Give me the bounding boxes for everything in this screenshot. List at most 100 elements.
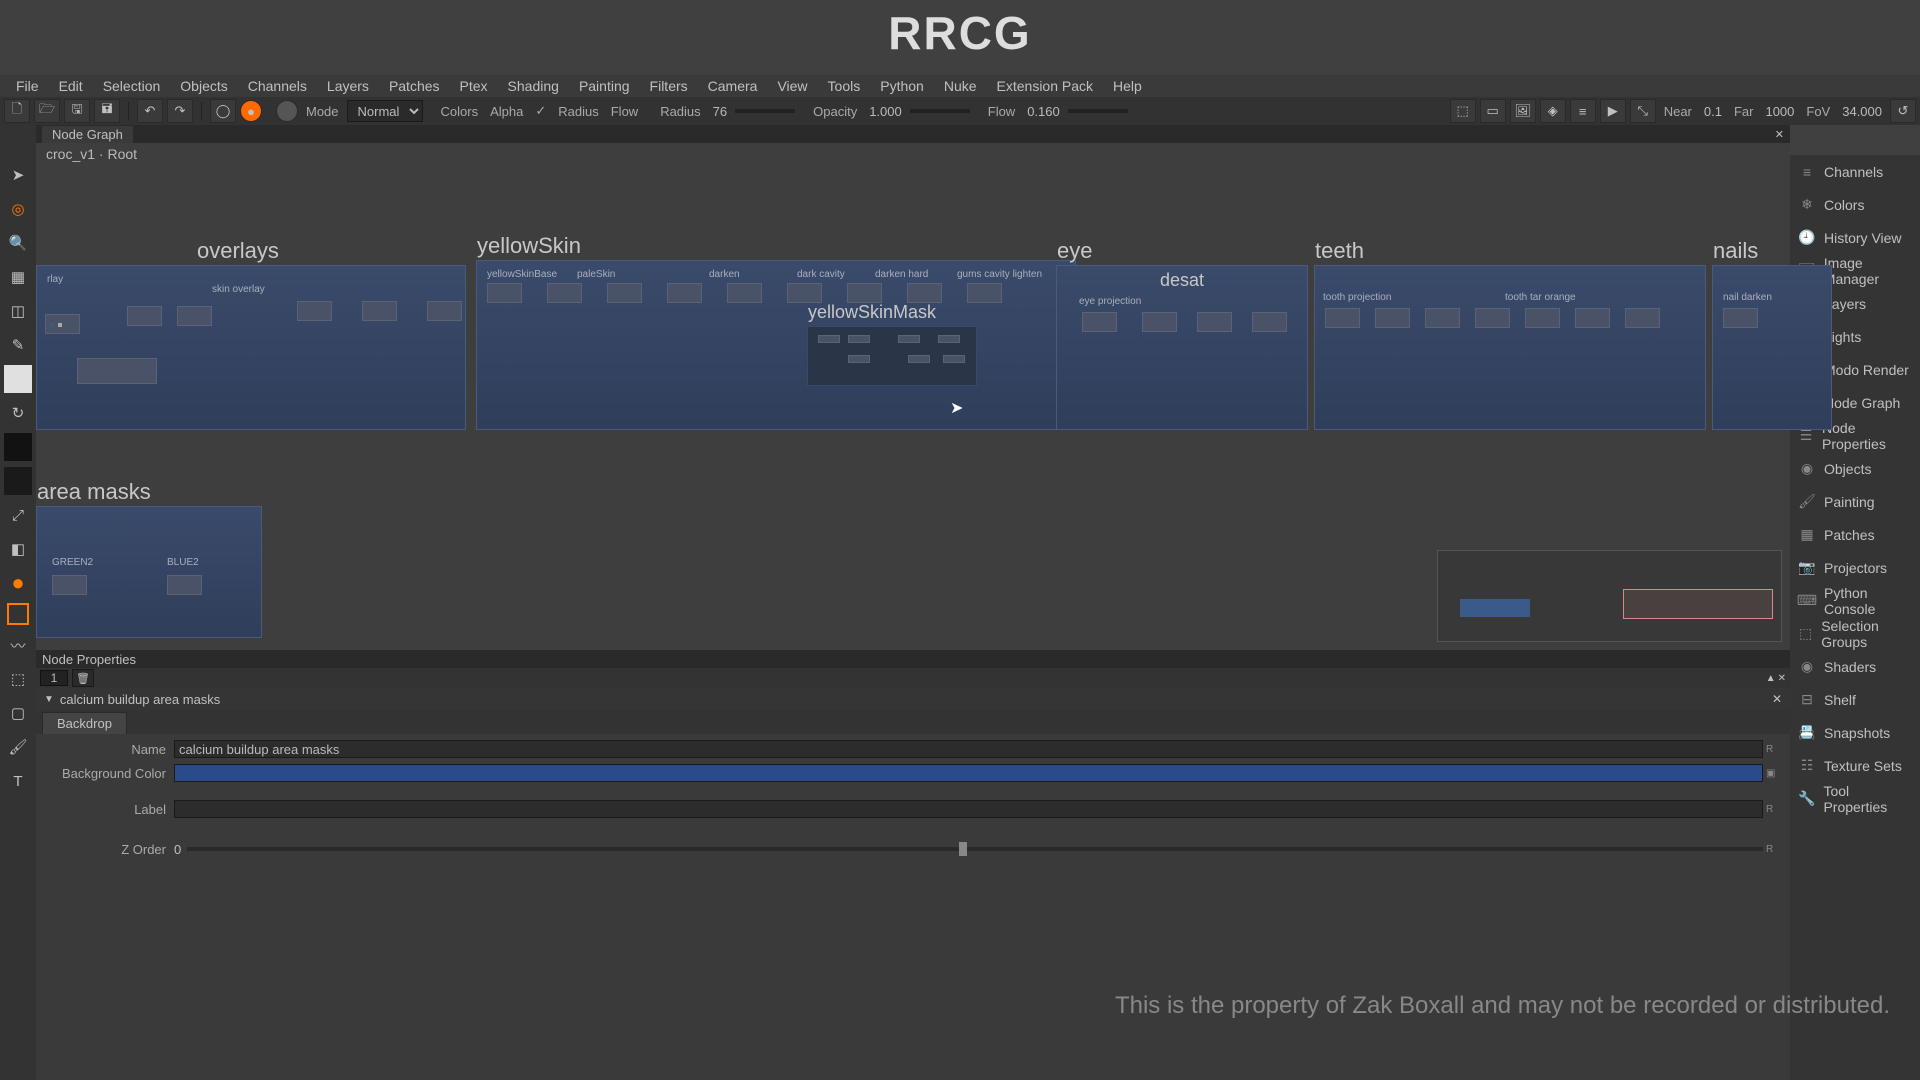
node[interactable]: [667, 283, 702, 303]
menu-ptex[interactable]: Ptex: [450, 76, 498, 96]
node[interactable]: [908, 355, 930, 363]
backdrop-yellowskin[interactable]: yellowSkin yellowSkinBase paleSkin darke…: [476, 260, 1076, 430]
node-graph-viewport[interactable]: Node Graph ✕ croc_v1 · Root overlays rla…: [36, 125, 1790, 650]
box-icon[interactable]: ▭: [1480, 99, 1506, 123]
node[interactable]: [907, 283, 942, 303]
props-close-all-icon[interactable]: ✕: [1778, 673, 1786, 684]
alpha-check[interactable]: ✓: [531, 103, 550, 119]
panel-colors[interactable]: ❄Colors: [1790, 188, 1920, 221]
zorder-value[interactable]: 0: [174, 842, 181, 857]
node[interactable]: [362, 301, 397, 321]
node[interactable]: [1325, 308, 1360, 328]
close-tab-icon[interactable]: ✕: [1775, 128, 1784, 141]
gradient-swatch[interactable]: [4, 467, 32, 495]
node[interactable]: [45, 314, 80, 334]
image-icon[interactable]: 🖼: [1510, 99, 1536, 123]
open-icon[interactable]: 🗁: [34, 99, 60, 123]
node[interactable]: [547, 283, 582, 303]
black-swatch[interactable]: [4, 433, 32, 461]
menu-painting[interactable]: Painting: [569, 76, 640, 96]
name-input[interactable]: [174, 740, 1763, 758]
backdrop-nails[interactable]: nails nail darken: [1712, 265, 1832, 430]
reset-button[interactable]: R: [1766, 804, 1782, 815]
opacity-slider[interactable]: [910, 109, 970, 113]
node[interactable]: [967, 283, 1002, 303]
panel-python-console[interactable]: ⌨Python Console: [1790, 584, 1920, 617]
menu-filters[interactable]: Filters: [640, 76, 698, 96]
reset-icon[interactable]: ↺: [1890, 99, 1916, 123]
near-value[interactable]: 0.1: [1700, 104, 1726, 119]
backdrop-area-masks[interactable]: area masks GREEN2 BLUE2: [36, 506, 262, 638]
menu-shading[interactable]: Shading: [498, 76, 569, 96]
redo-icon[interactable]: ↷: [167, 99, 193, 123]
node[interactable]: [1252, 312, 1287, 332]
flow-slider[interactable]: [1068, 109, 1128, 113]
node[interactable]: [1575, 308, 1610, 328]
section-close-icon[interactable]: ✕: [1772, 692, 1782, 706]
play-icon[interactable]: ▶: [1600, 99, 1626, 123]
menu-layers[interactable]: Layers: [317, 76, 379, 96]
cube-icon[interactable]: ⬚: [1450, 99, 1476, 123]
node[interactable]: [1197, 312, 1232, 332]
panel-objects[interactable]: ◉Objects: [1790, 452, 1920, 485]
reset-button[interactable]: R: [1766, 744, 1782, 755]
node[interactable]: [427, 301, 462, 321]
saveas-icon[interactable]: 🖬: [94, 99, 120, 123]
eyedrop-icon[interactable]: ⤢: [4, 501, 32, 529]
node[interactable]: [787, 283, 822, 303]
zoom-icon[interactable]: 🔍: [4, 229, 32, 257]
menu-camera[interactable]: Camera: [698, 76, 768, 96]
white-swatch[interactable]: [4, 365, 32, 393]
node[interactable]: [848, 335, 870, 343]
panel-channels[interactable]: ≡Channels: [1790, 155, 1920, 188]
arrows-icon[interactable]: ⤡: [1630, 99, 1656, 123]
node[interactable]: [1375, 308, 1410, 328]
pencil-icon[interactable]: ✎: [4, 331, 32, 359]
node[interactable]: [818, 335, 840, 343]
menu-selection[interactable]: Selection: [93, 76, 171, 96]
props-trash-icon[interactable]: 🗑: [72, 669, 94, 687]
panel-history[interactable]: 🕘History View: [1790, 221, 1920, 254]
menu-python[interactable]: Python: [870, 76, 934, 96]
node[interactable]: [297, 301, 332, 321]
backdrop-overlays[interactable]: overlays rlay skin overlay: [36, 265, 466, 430]
target-tool-icon[interactable]: ◎: [4, 195, 32, 223]
record-icon[interactable]: ●: [240, 100, 262, 122]
radius-slider[interactable]: [735, 109, 795, 113]
grid-icon[interactable]: ▦: [4, 263, 32, 291]
brush-tool-icon[interactable]: 🖌: [4, 733, 32, 761]
reset-button[interactable]: ▣: [1766, 768, 1782, 779]
panel-patches[interactable]: ▦Patches: [1790, 518, 1920, 551]
node[interactable]: [607, 283, 642, 303]
new-icon[interactable]: 🗋: [4, 99, 30, 123]
backdrop-yellowskinmask[interactable]: yellowSkinMask: [807, 326, 977, 386]
pointer-icon[interactable]: ➤: [4, 161, 32, 189]
stack-icon[interactable]: ≡: [1570, 99, 1596, 123]
reload-icon[interactable]: ↻: [4, 399, 32, 427]
select-box-icon[interactable]: ◫: [4, 297, 32, 325]
props-count-input[interactable]: [40, 670, 68, 686]
blur-icon[interactable]: 〰: [4, 631, 32, 659]
text-tool-icon[interactable]: T: [4, 767, 32, 795]
node[interactable]: [1082, 312, 1117, 332]
orange-dot-icon[interactable]: ●: [4, 569, 32, 597]
minimap-viewport[interactable]: [1623, 589, 1773, 619]
node[interactable]: [898, 335, 920, 343]
node[interactable]: [847, 283, 882, 303]
node[interactable]: [1142, 312, 1177, 332]
bgcolor-swatch[interactable]: [174, 764, 1763, 782]
node[interactable]: [177, 306, 212, 326]
orange-square-icon[interactable]: [7, 603, 29, 625]
menu-edit[interactable]: Edit: [49, 76, 93, 96]
panel-painting[interactable]: 🖌Painting: [1790, 485, 1920, 518]
node[interactable]: [943, 355, 965, 363]
menu-help[interactable]: Help: [1103, 76, 1152, 96]
menu-tools[interactable]: Tools: [818, 76, 871, 96]
backdrop-teeth[interactable]: teeth tooth projection tooth tar orange: [1314, 265, 1706, 430]
panel-shelf[interactable]: ⊟Shelf: [1790, 683, 1920, 716]
zorder-slider[interactable]: [187, 847, 1763, 851]
fov-value[interactable]: 34.000: [1838, 104, 1886, 119]
flow2-value[interactable]: 0.160: [1023, 104, 1064, 119]
node[interactable]: [1625, 308, 1660, 328]
crop-icon[interactable]: ◧: [4, 535, 32, 563]
